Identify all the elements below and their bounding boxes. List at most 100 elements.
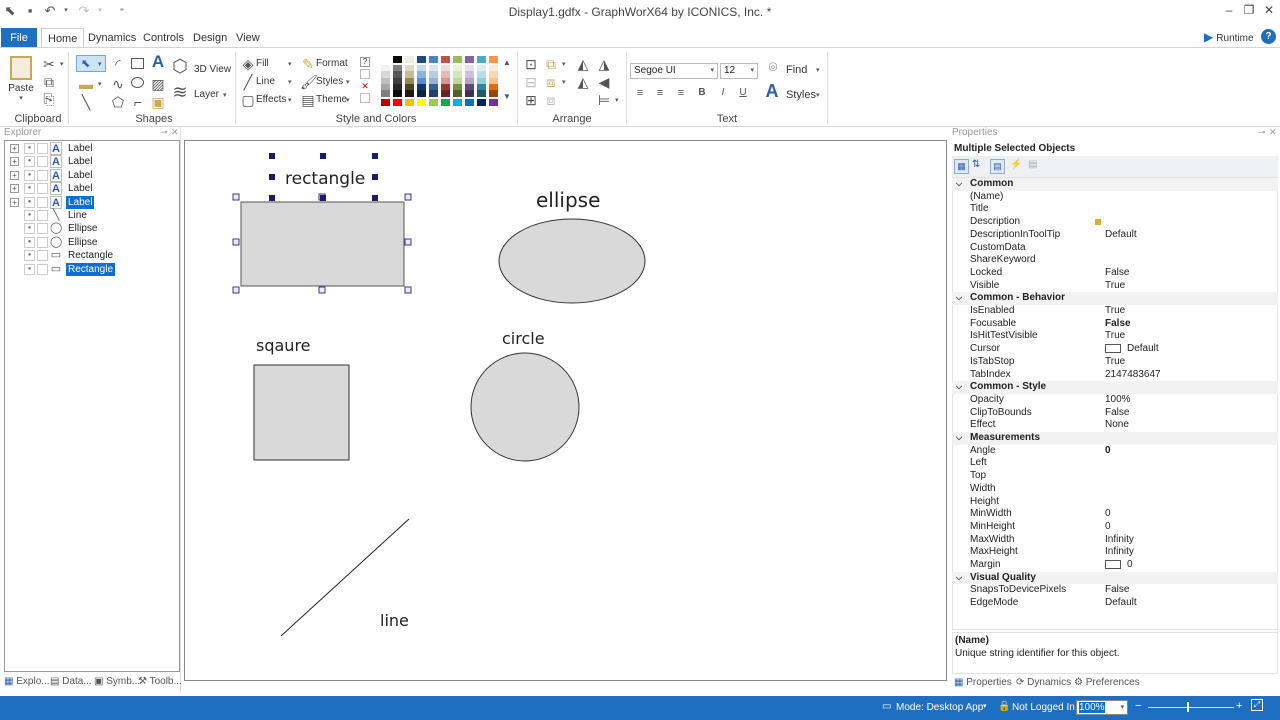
standard-color-swatch[interactable] <box>477 99 486 106</box>
collapse-chevron-icon[interactable]: ⌵ <box>956 572 962 585</box>
collapse-chevron-icon[interactable]: ⌵ <box>956 292 962 305</box>
color-swatch[interactable] <box>453 90 462 97</box>
property-value-field[interactable]: 100% <box>1105 394 1131 407</box>
property-value-field[interactable]: Default <box>1105 597 1137 610</box>
pipe-tool-icon[interactable]: ⌐ <box>130 94 146 110</box>
ungroup-icon[interactable]: ⊟ <box>523 74 539 90</box>
property-row[interactable]: CustomData <box>968 242 1278 255</box>
property-row[interactable]: Title <box>968 203 1278 216</box>
minimize-button[interactable]: – <box>1218 2 1240 18</box>
rectangle-label[interactable]: rectangle <box>285 169 365 189</box>
explorer-item[interactable]: + ● A Label <box>10 195 180 209</box>
property-row[interactable]: Visible True <box>968 280 1278 293</box>
lock-toggle[interactable] <box>37 263 48 275</box>
resize-handle[interactable] <box>232 238 240 246</box>
zoom-in-button[interactable]: + <box>1236 700 1242 712</box>
format-painter-icon[interactable]: ⎘ <box>41 91 57 107</box>
color-swatch[interactable] <box>453 56 462 63</box>
find-button[interactable]: Find <box>786 64 807 76</box>
property-value-field[interactable]: True <box>1105 280 1125 293</box>
properties-close-icon[interactable]: ✕ <box>1269 127 1277 138</box>
lock-toggle[interactable] <box>37 210 48 221</box>
standard-color-swatch[interactable] <box>429 99 438 106</box>
visibility-toggle[interactable]: ● <box>24 143 35 154</box>
property-pages-icon[interactable]: ▤ <box>1028 159 1037 170</box>
tab-design[interactable]: Design <box>187 28 233 48</box>
text-styles-button[interactable]: Styles <box>786 89 816 101</box>
lock-toggle[interactable] <box>37 223 48 235</box>
explorer-item[interactable]: ● ▭ Rectangle <box>10 249 180 262</box>
tab-preferences[interactable]: ⚙ Preferences <box>1074 677 1140 688</box>
property-row[interactable]: Opacity 100% <box>968 394 1278 407</box>
symbol-tool-icon[interactable]: ▣ <box>150 94 166 110</box>
resize-handle[interactable] <box>404 238 412 246</box>
property-row[interactable]: MinHeight 0 <box>968 521 1278 534</box>
color-swatch[interactable] <box>429 90 438 97</box>
effects-dropdown-icon[interactable]: ▾ <box>288 96 292 104</box>
tab-data[interactable]: ▤ Data... <box>50 676 92 687</box>
property-value-field[interactable]: 0 <box>1105 445 1111 458</box>
zoom-slider-track[interactable] <box>1148 707 1234 708</box>
size-dropdown-icon[interactable]: ▾ <box>615 96 619 104</box>
label-handle[interactable] <box>372 174 378 180</box>
property-value-field[interactable]: True <box>1105 305 1125 318</box>
property-value-field[interactable]: None <box>1105 419 1129 432</box>
tab-home[interactable]: Home <box>41 28 85 48</box>
properties-pin-icon[interactable]: ⊸ <box>1258 127 1266 138</box>
property-value-field[interactable]: 2147483647 <box>1105 369 1161 382</box>
color-swatch[interactable] <box>441 90 450 97</box>
property-row[interactable]: MinWidth 0 <box>968 508 1278 521</box>
resize-handle[interactable] <box>404 193 412 201</box>
color-swatch[interactable] <box>477 56 486 63</box>
expand-icon[interactable]: + <box>10 184 19 194</box>
color-swatch[interactable] <box>465 56 474 63</box>
fill-tool-icon[interactable]: ▬ <box>78 76 94 92</box>
resize-handle[interactable] <box>318 286 326 294</box>
color-swatch[interactable] <box>417 56 426 63</box>
explorer-item[interactable]: ● ◯ Ellipse <box>10 222 180 235</box>
property-value-field[interactable]: Infinity <box>1105 534 1134 547</box>
mode-indicator[interactable]: Mode: Desktop App <box>896 702 983 713</box>
login-status[interactable]: Not Logged In <box>1012 702 1075 713</box>
zoom-slider-thumb[interactable] <box>1187 702 1189 712</box>
pin-icon[interactable]: ⊸ <box>160 127 168 138</box>
property-row[interactable]: ClipToBounds False <box>968 407 1278 420</box>
ellipse-shape[interactable] <box>498 218 646 304</box>
standard-color-swatch[interactable] <box>465 99 474 106</box>
palette-expand-icon[interactable]: ▼ <box>503 92 511 101</box>
label-handle[interactable] <box>372 153 378 159</box>
expand-icon[interactable]: + <box>10 157 19 167</box>
standard-color-swatch[interactable] <box>381 99 390 106</box>
property-row[interactable]: Effect None <box>968 419 1278 432</box>
property-row[interactable]: MaxHeight Infinity <box>968 546 1278 559</box>
visibility-toggle[interactable]: ● <box>24 250 35 262</box>
align-icon[interactable]: ⊞ <box>523 92 539 108</box>
standard-color-swatch[interactable] <box>417 99 426 106</box>
line-tool-icon[interactable]: ╲ <box>78 94 94 110</box>
property-value-field[interactable]: True <box>1105 356 1125 369</box>
theme-dropdown-icon[interactable]: ▾ <box>346 96 350 104</box>
paste-button[interactable]: Paste ▾ <box>8 56 34 106</box>
cut-dropdown-icon[interactable]: ▾ <box>60 60 64 68</box>
no-color-icon[interactable] <box>360 69 370 79</box>
property-row[interactable]: Description <box>968 216 1278 229</box>
property-value-field[interactable]: True <box>1105 330 1125 343</box>
property-category[interactable]: ⌵ Visual Quality <box>952 571 1278 585</box>
standard-color-swatch[interactable] <box>393 99 402 106</box>
standard-color-swatch[interactable] <box>489 99 498 106</box>
property-row[interactable]: EdgeMode Default <box>968 597 1278 610</box>
property-value-field[interactable]: 0 <box>1105 508 1111 521</box>
rectangle-tool-icon[interactable] <box>131 58 144 69</box>
color-palette[interactable] <box>381 56 503 106</box>
property-row[interactable]: TabIndex 2147483647 <box>968 369 1278 382</box>
tab-view[interactable]: View <box>230 28 266 48</box>
property-value-field[interactable]: False <box>1105 318 1131 331</box>
color-swatch[interactable] <box>405 90 414 97</box>
property-row[interactable]: Angle 0 <box>968 445 1278 458</box>
line-label[interactable]: line <box>380 611 409 630</box>
color-swatch[interactable] <box>489 90 498 97</box>
lock-toggle[interactable] <box>37 236 48 248</box>
rotate-left-icon[interactable]: ◀ <box>596 74 612 90</box>
image-tool-icon[interactable]: ▨ <box>150 76 166 92</box>
circle-shape[interactable] <box>470 352 580 462</box>
